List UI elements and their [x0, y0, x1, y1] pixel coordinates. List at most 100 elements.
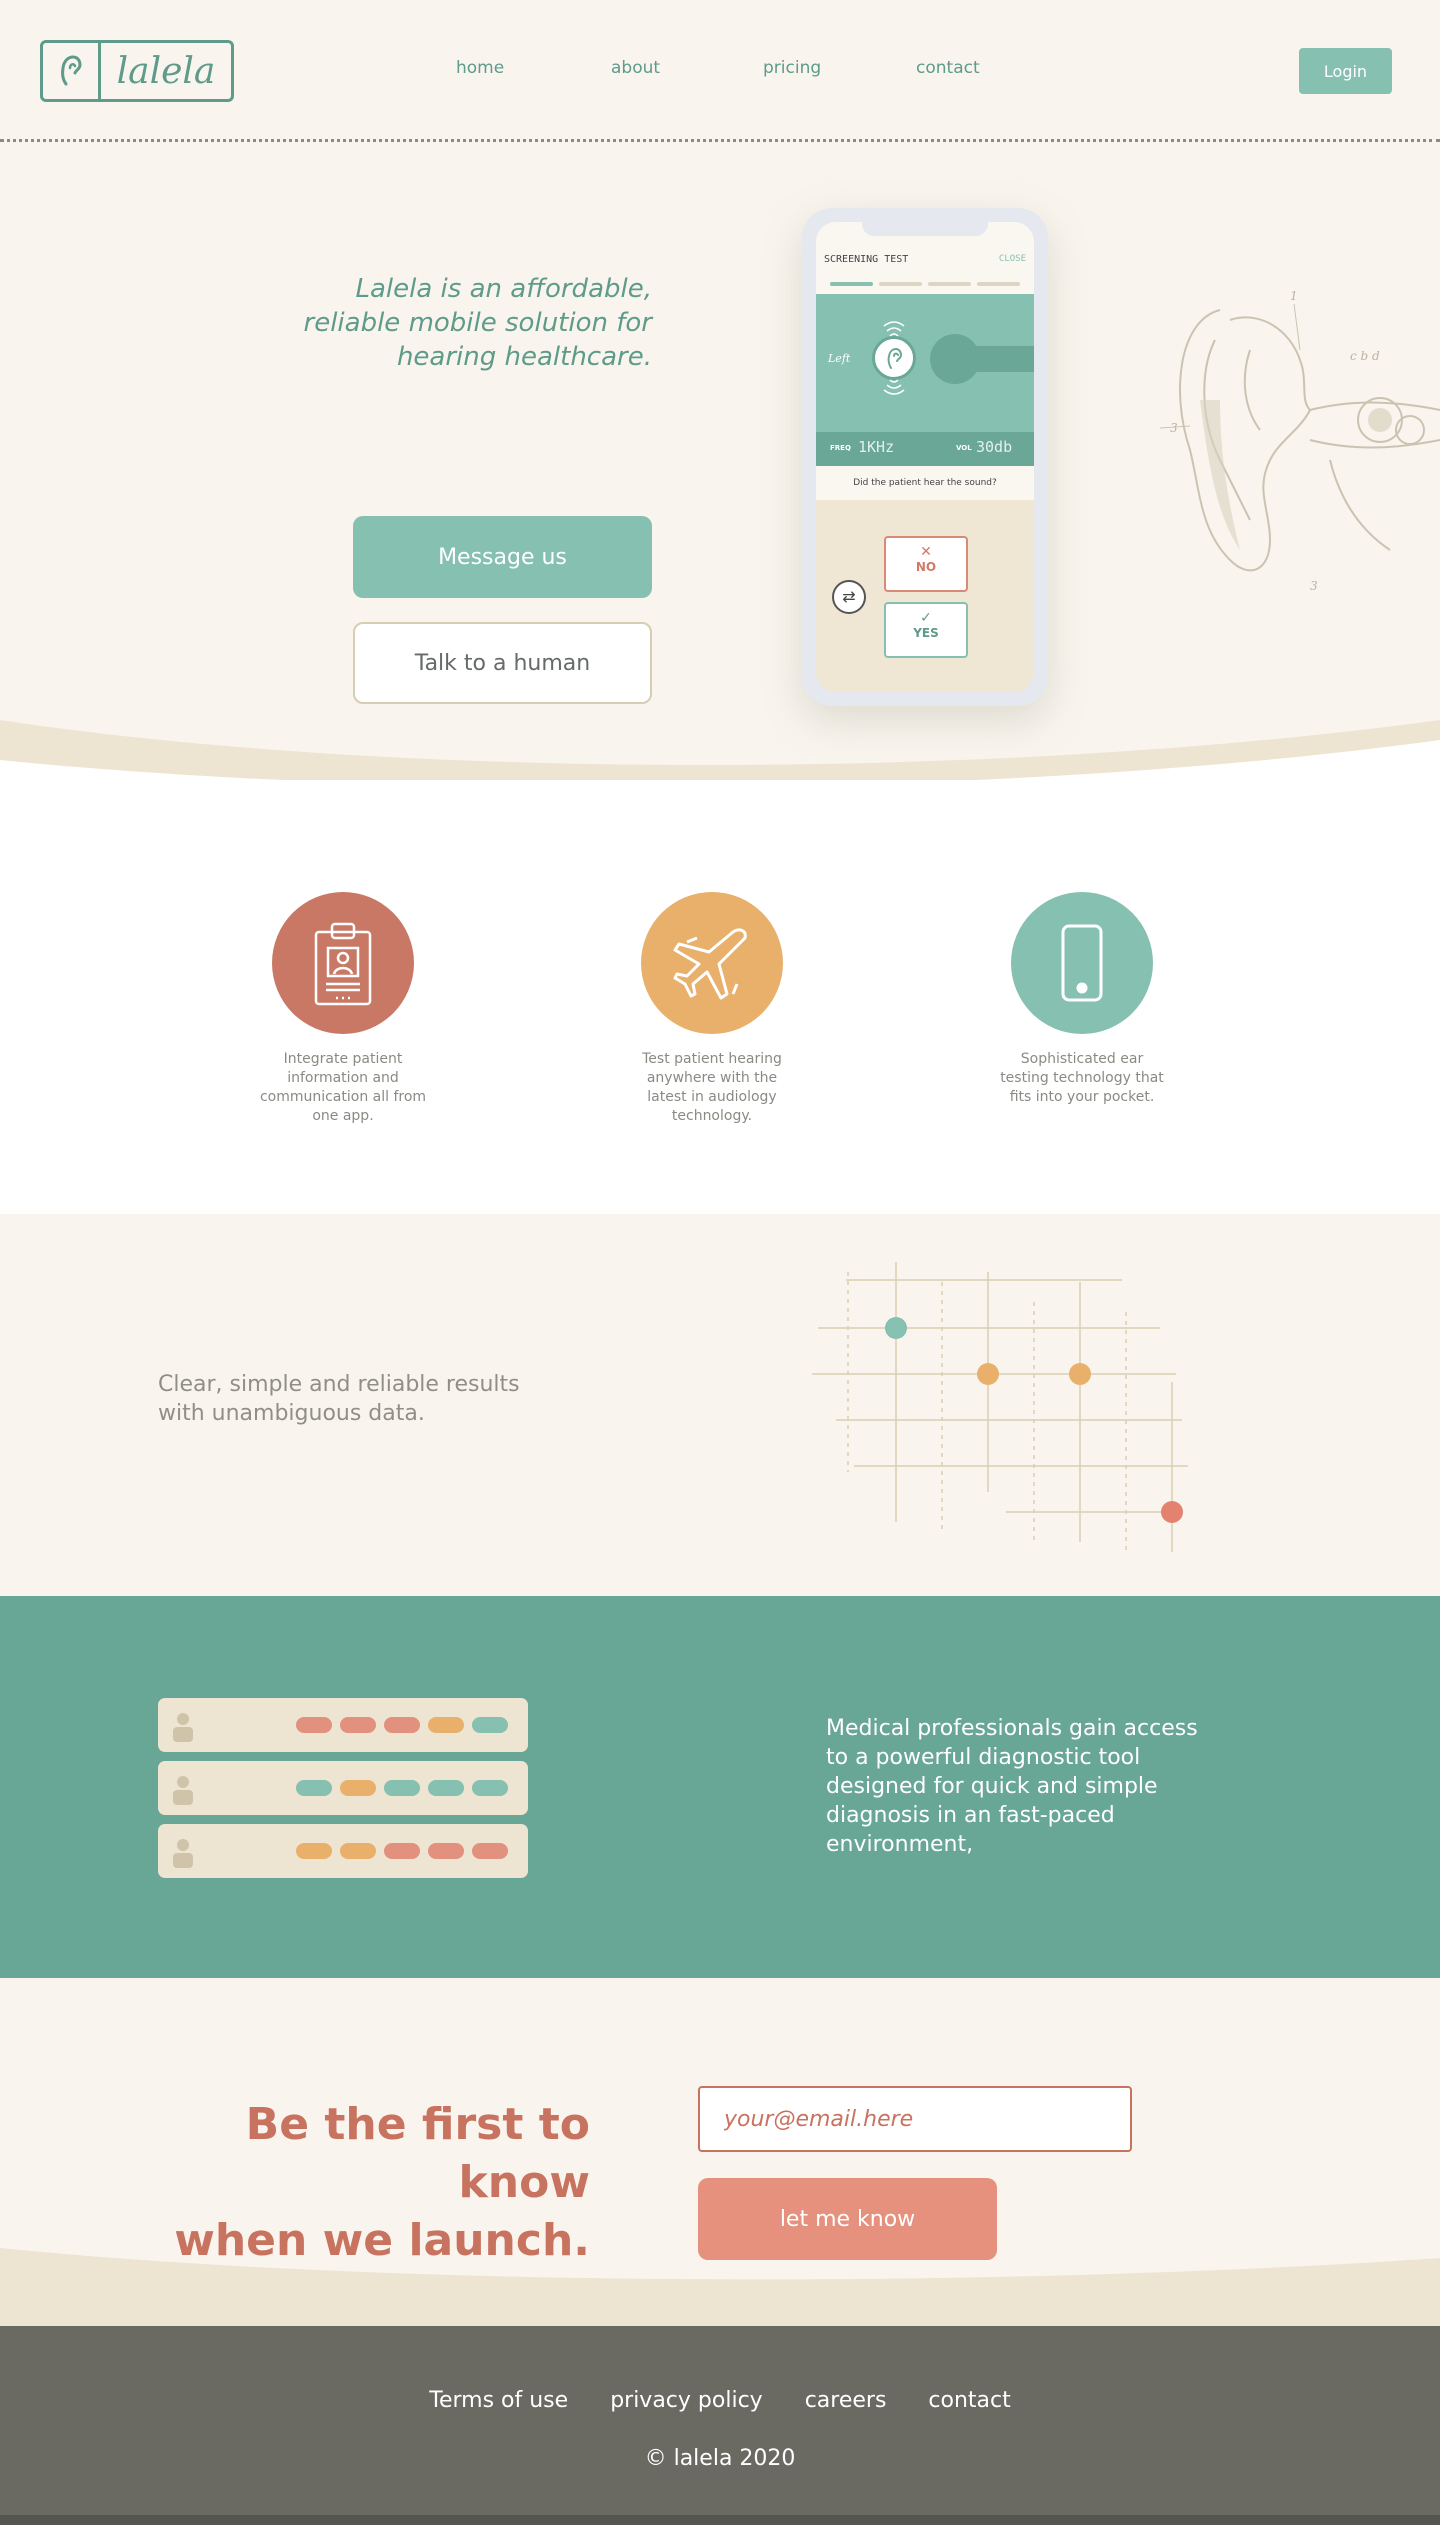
svg-text:3: 3 — [1310, 579, 1318, 593]
clipboard-id-icon — [272, 892, 414, 1034]
copyright: © lalela 2020 — [644, 2446, 796, 2471]
status-pills — [296, 1780, 508, 1796]
phone-mockup: SCREENING TEST CLOSE Left FREQ 1KHz VOL … — [802, 208, 1048, 706]
feature-item: Integrate patient information and commun… — [238, 892, 448, 1126]
airplane-icon — [641, 892, 783, 1034]
ear-anatomy-illustration: 3 1 c b d 3 — [1160, 289, 1440, 593]
status-pill — [296, 1717, 332, 1733]
x-icon: ✕ — [920, 544, 932, 560]
professionals-section: Medical professionals gain access to a p… — [0, 1596, 1440, 1978]
status-pill — [384, 1717, 420, 1733]
patient-list — [158, 1698, 528, 1887]
swap-icon: ⇄ — [842, 587, 856, 606]
status-pill — [384, 1780, 420, 1796]
status-pill — [428, 1843, 464, 1859]
phone-notch — [862, 222, 988, 236]
features-section: Integrate patient information and commun… — [0, 780, 1440, 1214]
patient-row[interactable] — [158, 1761, 528, 1815]
results-grid-illustration — [812, 1262, 1188, 1552]
volume-slider-knob[interactable] — [930, 334, 980, 384]
feature-item: Sophisticated ear testing technology tha… — [977, 892, 1187, 1107]
status-pills — [296, 1717, 508, 1733]
feature-text: Sophisticated ear testing technology tha… — [1000, 1051, 1164, 1105]
ear-side-label: Left — [828, 352, 851, 365]
nav-contact[interactable]: contact — [916, 58, 980, 78]
vol-label: VOL — [956, 444, 972, 452]
progress-step — [928, 282, 971, 286]
swap-ear-button[interactable]: ⇄ — [832, 580, 866, 614]
ear-logo-icon — [43, 43, 101, 99]
answer-no-label: NO — [915, 560, 937, 574]
progress-step — [977, 282, 1020, 286]
site-header: lalela home about pricing contact Login — [0, 0, 1440, 142]
message-us-button[interactable]: Message us — [353, 516, 652, 598]
svg-text:1: 1 — [1290, 289, 1298, 303]
freq-value: 1KHz — [858, 438, 895, 456]
status-pills — [296, 1843, 508, 1859]
status-pill — [296, 1843, 332, 1859]
patient-row[interactable] — [158, 1698, 528, 1752]
answer-yes-label: YES — [913, 626, 939, 640]
results-section: Clear, simple and reliable results with … — [0, 1214, 1440, 1596]
smartphone-icon — [1011, 892, 1153, 1034]
test-area: Left — [816, 294, 1034, 432]
status-pill — [296, 1780, 332, 1796]
status-pill — [340, 1717, 376, 1733]
footer-link-terms[interactable]: Terms of use — [429, 2388, 568, 2413]
feature-text: Integrate patient information and commun… — [259, 1051, 427, 1124]
data-point — [977, 1363, 999, 1385]
nav-home[interactable]: home — [456, 58, 504, 78]
footer-link-privacy[interactable]: privacy policy — [610, 2388, 763, 2413]
status-pill — [340, 1843, 376, 1859]
nav-pricing[interactable]: pricing — [763, 58, 821, 78]
footer-link-careers[interactable]: careers — [805, 2388, 887, 2413]
answer-no-button[interactable]: ✕ NO — [884, 536, 968, 592]
footer-links: Terms of use privacy policy careers cont… — [0, 2388, 1440, 2413]
logo-text: lalela — [116, 50, 216, 92]
patient-row[interactable] — [158, 1824, 528, 1878]
status-pill — [472, 1717, 508, 1733]
status-pill — [340, 1780, 376, 1796]
footer-link-contact[interactable]: contact — [928, 2388, 1010, 2413]
feature-text: Test patient hearing anywhere with the l… — [642, 1051, 782, 1124]
status-pill — [472, 1780, 508, 1796]
logo[interactable]: lalela — [40, 40, 234, 102]
site-footer: Terms of use privacy policy careers cont… — [0, 2326, 1440, 2525]
ear-icon — [872, 336, 916, 380]
freq-label: FREQ — [830, 444, 851, 452]
signup-heading-line1: Be the first to know — [245, 2099, 590, 2208]
nav-about[interactable]: about — [611, 58, 660, 78]
talk-to-human-button[interactable]: Talk to a human — [353, 622, 652, 704]
feature-item: Test patient hearing anywhere with the l… — [607, 892, 817, 1126]
frequency-readout: FREQ 1KHz VOL 30db — [816, 432, 1034, 466]
progress-step — [879, 282, 922, 286]
data-point — [1069, 1363, 1091, 1385]
status-pill — [428, 1780, 464, 1796]
answer-yes-button[interactable]: ✓ YES — [884, 602, 968, 658]
login-button[interactable]: Login — [1299, 48, 1392, 94]
data-point — [885, 1317, 907, 1339]
hearing-question: Did the patient hear the sound? — [816, 466, 1034, 500]
professionals-text: Medical professionals gain access to a p… — [826, 1716, 1198, 1857]
svg-text:c b d: c b d — [1350, 349, 1380, 363]
hero-tagline: Lalela is an affordable, reliable mobile… — [303, 274, 652, 372]
phone-screen: SCREENING TEST CLOSE Left FREQ 1KHz VOL … — [816, 222, 1034, 692]
status-pill — [472, 1843, 508, 1859]
vol-value: 30db — [976, 438, 1013, 456]
header-divider — [0, 139, 1440, 142]
test-progress — [830, 282, 1020, 286]
person-icon — [173, 1839, 193, 1868]
email-input[interactable] — [698, 2086, 1132, 2152]
progress-step — [830, 282, 873, 286]
person-icon — [173, 1713, 193, 1742]
data-point — [1161, 1501, 1183, 1523]
status-pill — [428, 1717, 464, 1733]
footer-bottom-strip — [0, 2515, 1440, 2525]
signup-wave-divider — [0, 2248, 1440, 2328]
signup-heading: Be the first to know when we launch. — [120, 2096, 590, 2270]
svg-text:3: 3 — [1170, 421, 1178, 435]
person-icon — [173, 1776, 193, 1805]
screen-close-button[interactable]: CLOSE — [999, 254, 1026, 264]
signup-section: Be the first to know when we launch. let… — [0, 1978, 1440, 2328]
check-icon: ✓ — [920, 610, 932, 626]
